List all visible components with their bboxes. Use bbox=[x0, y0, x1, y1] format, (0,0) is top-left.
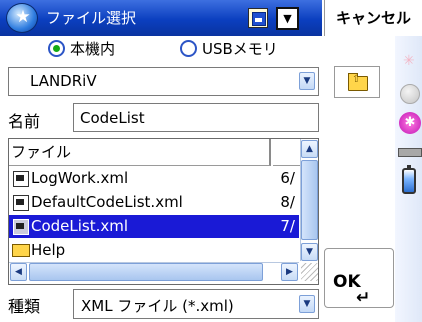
chevron-down-icon[interactable]: ▼ bbox=[299, 295, 315, 313]
size-grip bbox=[301, 263, 318, 281]
column-header-size[interactable] bbox=[273, 139, 300, 166]
folder-up-button[interactable] bbox=[334, 66, 380, 98]
dialog-title: ファイル選択 bbox=[46, 9, 137, 27]
scroll-left-icon[interactable]: ◀ bbox=[10, 263, 27, 281]
file-size: 7/ bbox=[280, 217, 295, 235]
column-header-file[interactable]: ファイル bbox=[9, 139, 271, 166]
file-name: CodeList.xml bbox=[31, 217, 129, 235]
scroll-down-icon[interactable]: ▼ bbox=[301, 243, 318, 261]
file-icon bbox=[13, 171, 29, 187]
file-type-value: XML ファイル (*.xml) bbox=[81, 297, 234, 315]
folder-up-icon bbox=[348, 73, 368, 91]
file-size: 6/ bbox=[280, 169, 295, 187]
vertical-scroll-thumb[interactable] bbox=[301, 160, 318, 240]
cancel-button[interactable]: キャンセル bbox=[324, 0, 422, 36]
name-label: 名前 bbox=[8, 112, 41, 131]
scroll-up-icon[interactable]: ▲ bbox=[301, 140, 318, 158]
file-icon bbox=[13, 219, 29, 235]
keyboard-icon[interactable] bbox=[398, 148, 422, 157]
file-name: DefaultCodeList.xml bbox=[31, 193, 183, 211]
file-row[interactable]: DefaultCodeList.xml 8/ bbox=[9, 191, 299, 214]
radio-internal-storage[interactable] bbox=[48, 40, 65, 57]
menu-dropdown-button[interactable]: ▼ bbox=[276, 7, 299, 30]
folder-icon bbox=[12, 244, 30, 257]
type-label: 種類 bbox=[8, 297, 41, 316]
chevron-down-icon[interactable]: ▼ bbox=[299, 72, 315, 90]
radio-usb-memory-label[interactable]: USBメモリ bbox=[202, 38, 278, 59]
radio-internal-storage-label[interactable]: 本機内 bbox=[70, 38, 115, 59]
horizontal-scroll-thumb[interactable] bbox=[29, 263, 263, 281]
folder-name: Help bbox=[31, 241, 66, 259]
window-icon[interactable] bbox=[248, 8, 268, 28]
file-name: LogWork.xml bbox=[31, 169, 129, 187]
folder-select-value: LANDRiV bbox=[30, 72, 97, 90]
file-icon bbox=[13, 195, 29, 211]
app-start-icon[interactable]: ★ bbox=[6, 3, 38, 33]
filename-input[interactable] bbox=[73, 103, 319, 132]
circle-icon[interactable] bbox=[400, 84, 420, 104]
battery-icon[interactable] bbox=[402, 165, 416, 194]
file-row-selected[interactable]: CodeList.xml 7/ bbox=[9, 215, 299, 238]
radio-usb-memory[interactable] bbox=[180, 40, 197, 57]
file-row[interactable]: LogWork.xml 6/ bbox=[9, 167, 299, 190]
star-icon[interactable]: ✱ bbox=[399, 112, 421, 134]
file-size: 8/ bbox=[280, 193, 295, 211]
scroll-right-icon[interactable]: ▶ bbox=[281, 263, 298, 281]
spark-icon[interactable]: ✳ bbox=[403, 53, 415, 69]
enter-icon: ↵ bbox=[356, 288, 371, 308]
folder-row[interactable]: Help bbox=[9, 239, 299, 259]
